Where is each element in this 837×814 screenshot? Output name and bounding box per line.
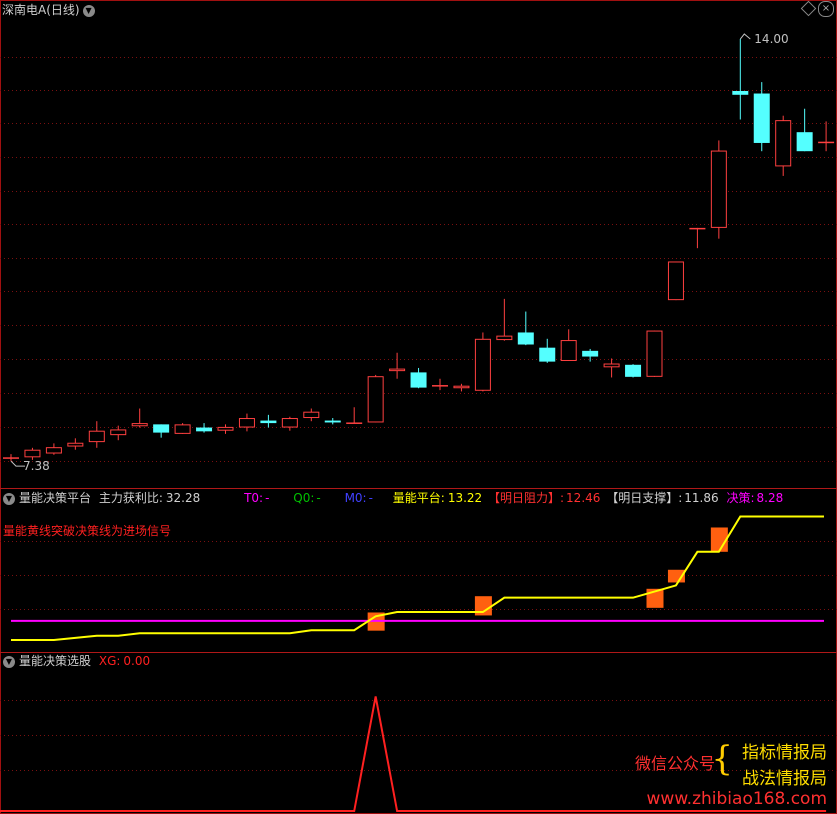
panel3-title: 量能决策选股 xyxy=(19,654,92,668)
chart-canvas: 14.00 7.38 xyxy=(0,0,837,814)
candle-body xyxy=(517,332,534,345)
candle-body xyxy=(646,330,663,377)
chevron-down-icon[interactable]: ▼ xyxy=(3,655,15,668)
candle-body xyxy=(67,442,84,447)
candle-body xyxy=(110,429,127,436)
candle-body xyxy=(432,385,448,387)
decision-label: 决策: xyxy=(726,491,755,505)
candle-body xyxy=(260,420,277,424)
brace-icon: { xyxy=(711,739,733,779)
t0-label: T0: xyxy=(244,491,264,505)
frame xyxy=(0,0,837,814)
candle-body xyxy=(710,150,727,228)
candle-body xyxy=(496,335,513,341)
resist-label: 【明日阻力】: xyxy=(488,491,565,505)
candle-body xyxy=(303,411,320,419)
chevron-down-icon[interactable]: ▼ xyxy=(3,492,15,505)
candle-body xyxy=(753,93,770,143)
candle-body xyxy=(196,427,213,432)
candle-body xyxy=(367,376,384,423)
platform-label: 量能平台: xyxy=(392,491,445,505)
candle-body xyxy=(217,426,234,431)
candle-body xyxy=(238,418,255,428)
watermark-url: www.zhibiao168.com xyxy=(646,789,827,809)
xg-value: 0.00 xyxy=(123,654,151,668)
candle-body xyxy=(453,385,470,389)
t0-value: - xyxy=(265,491,270,505)
candle-body xyxy=(281,418,298,428)
high-marker xyxy=(739,33,751,40)
xg-label: XG: xyxy=(98,654,121,668)
panel3-header: ▼ 量能决策选股 XG: 0.00 xyxy=(0,652,150,670)
price-high-label: 14.00 xyxy=(754,32,788,46)
candle-body xyxy=(582,350,599,357)
candle-body xyxy=(88,430,105,443)
candle-body xyxy=(603,363,620,368)
candle-body xyxy=(625,364,642,377)
platform-value: 13.22 xyxy=(447,491,483,505)
panel1-title: 深南电A(日线) xyxy=(2,3,80,17)
resist-value: 12.46 xyxy=(566,491,601,505)
watermark-line1: 指标情报局 xyxy=(742,743,827,763)
chevron-down-icon[interactable]: ▼ xyxy=(82,4,95,17)
candle-body xyxy=(346,422,363,424)
q0-value: - xyxy=(316,491,321,505)
close-icon[interactable]: × xyxy=(818,1,834,17)
candle-body xyxy=(389,368,406,372)
candle-body xyxy=(153,424,170,433)
candle-body xyxy=(775,120,792,167)
candle-body xyxy=(24,449,41,458)
candle-body xyxy=(539,347,556,362)
panel2-title: 量能决策平台 xyxy=(19,491,92,505)
candle-body xyxy=(131,423,148,427)
candle-body xyxy=(474,338,491,391)
q0-label: Q0: xyxy=(293,491,315,505)
candle-body xyxy=(667,261,684,301)
watermark-line2: 战法情报局 xyxy=(742,769,827,789)
candle-body xyxy=(560,340,577,361)
candle-body xyxy=(324,420,341,423)
candle-body xyxy=(174,424,191,434)
watermark-prefix: 微信公众号 xyxy=(634,754,715,773)
candle-body xyxy=(3,457,19,459)
candle-body xyxy=(689,227,706,230)
candle-body xyxy=(818,141,835,144)
ratio-label: 主力获利比: xyxy=(98,491,163,505)
panel2-header: ▼ 量能决策平台 主力获利比: 32.28 T0: - Q0: - M0: - 量能平台:… xyxy=(0,489,783,507)
price-low-label: 7.38 xyxy=(23,459,50,473)
m0-value: - xyxy=(368,491,373,505)
decision-value: 8.28 xyxy=(756,491,784,505)
candle-body xyxy=(796,132,813,152)
support-value: 11.86 xyxy=(684,491,719,505)
support-label: 【明日支撑】: xyxy=(606,491,683,505)
candle-body xyxy=(45,447,62,454)
panel2-note: 量能黄线突破决策线为进场信号 xyxy=(3,524,172,538)
m0-label: M0: xyxy=(344,491,367,505)
ratio-value: 32.28 xyxy=(165,491,201,505)
candle-body xyxy=(732,90,749,95)
panel1-header: 深南电A(日线) ▼ xyxy=(0,1,99,19)
candle-body xyxy=(410,372,427,388)
